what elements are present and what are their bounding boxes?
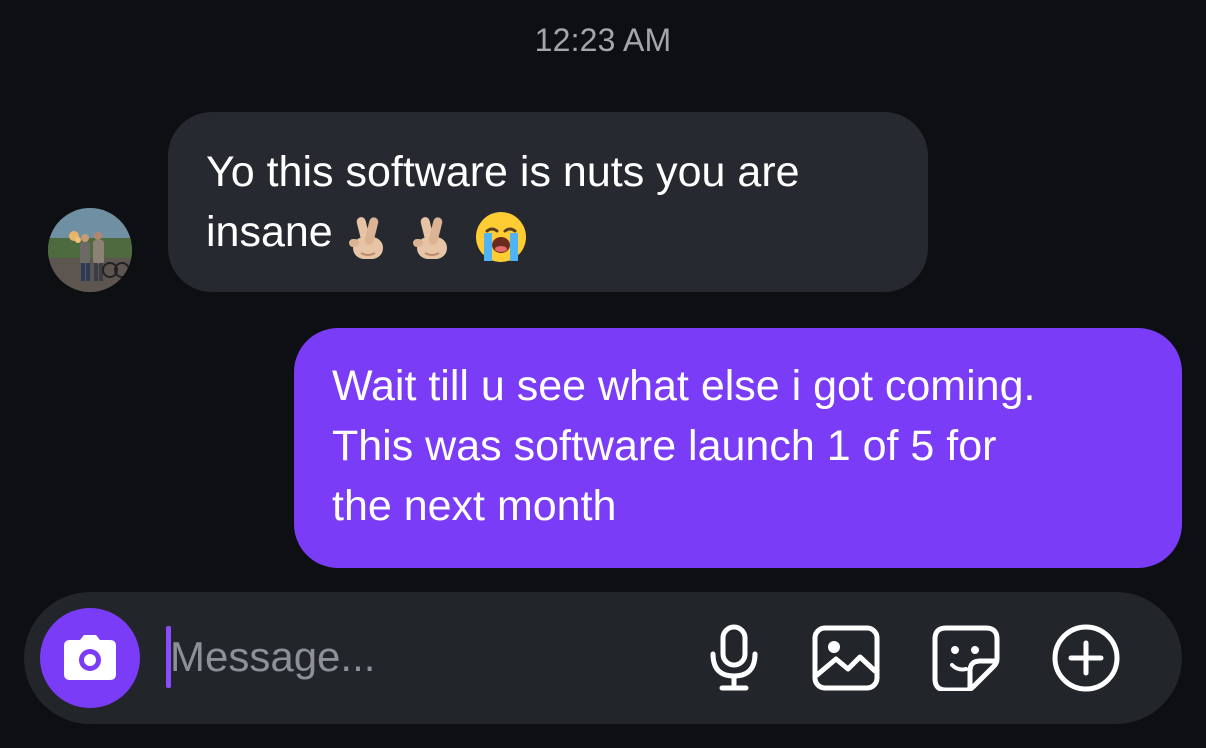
message-timestamp: 12:23 AM bbox=[534, 22, 672, 58]
crossed-fingers-emoji-icon bbox=[412, 217, 447, 260]
message-input[interactable] bbox=[170, 620, 670, 694]
outgoing-message-bubble[interactable]: Wait till u see what else i got coming. … bbox=[294, 328, 1182, 568]
message-composer bbox=[24, 592, 1182, 724]
sticker-icon bbox=[932, 625, 1000, 691]
crossed-fingers-emoji-icon bbox=[348, 217, 383, 260]
emoji-group bbox=[347, 205, 537, 265]
chat-screen: 12:23 AM Yo this software is nuts you ar… bbox=[0, 0, 1206, 748]
plus-icon bbox=[1052, 624, 1120, 692]
microphone-icon bbox=[710, 624, 758, 691]
message-text-line: insane bbox=[206, 208, 333, 256]
camera-icon bbox=[64, 635, 116, 680]
message-text-line: Yo this software is nuts you are bbox=[206, 148, 800, 196]
message-text-line-with-emoji: insane bbox=[206, 202, 890, 265]
microphone-button[interactable] bbox=[698, 622, 770, 694]
avatar[interactable] bbox=[48, 208, 132, 292]
sticker-button[interactable] bbox=[930, 622, 1002, 694]
photo-gallery-button[interactable] bbox=[810, 622, 882, 694]
camera-button[interactable] bbox=[40, 608, 140, 708]
message-text-line: the next month bbox=[332, 482, 617, 530]
add-button[interactable] bbox=[1050, 622, 1122, 694]
message-text-line: This was software launch 1 of 5 for bbox=[332, 422, 997, 470]
incoming-message-bubble[interactable]: Yo this software is nuts you are insane bbox=[168, 112, 928, 292]
photo-icon bbox=[812, 625, 880, 691]
avatar-photo bbox=[48, 208, 132, 292]
loudly-crying-face-emoji-icon bbox=[475, 212, 526, 263]
message-text-line: Wait till u see what else i got coming. bbox=[332, 362, 1036, 410]
